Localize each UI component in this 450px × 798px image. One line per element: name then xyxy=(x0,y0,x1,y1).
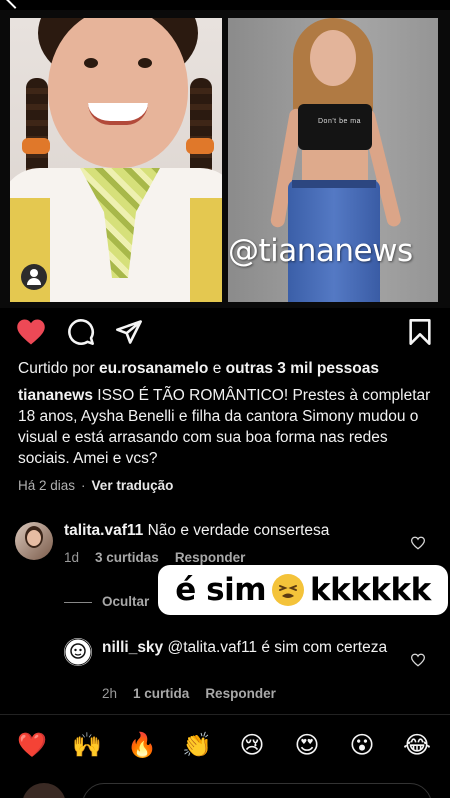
caption-block: Curtido por eu.rosanamelo e outras 3 mil… xyxy=(18,358,438,496)
comment-meta: 1d 3 curtidas Responder xyxy=(64,550,246,565)
raising-hands-emoji-icon[interactable]: 🙌 xyxy=(71,731,103,761)
replies-divider xyxy=(64,602,92,603)
reply-like-icon[interactable] xyxy=(410,653,426,667)
share-icon[interactable] xyxy=(114,318,144,346)
comment-likes[interactable]: 3 curtidas xyxy=(95,550,159,565)
text-sticker: é sim kkkkkk xyxy=(158,565,448,615)
surprised-face-emoji-icon[interactable]: 😮 xyxy=(346,731,378,761)
shirt-text: Don't be ma xyxy=(318,118,362,125)
comment-username[interactable]: talita.vaf11 xyxy=(64,522,143,539)
comment-icon[interactable] xyxy=(66,318,96,346)
post-actions xyxy=(0,308,450,356)
reply-text: nilli_sky @talita.vaf11 é sim com certez… xyxy=(102,639,388,656)
commenter-avatar[interactable] xyxy=(15,522,53,560)
caption-username[interactable]: tiananews xyxy=(18,387,93,404)
tagged-user-icon[interactable] xyxy=(21,264,47,290)
red-heart-emoji-icon[interactable]: ❤️ xyxy=(16,731,48,761)
likes-others[interactable]: outras 3 mil pessoas xyxy=(226,360,379,377)
reply-reply-button[interactable]: Responder xyxy=(205,686,276,701)
post-caption: tiananews ISSO É TÃO ROMÂNTICO! Prestes … xyxy=(18,385,438,469)
reply-button[interactable]: Responder xyxy=(175,550,246,565)
heart-eyes-emoji-icon[interactable]: 😍 xyxy=(291,731,323,761)
comment-composer xyxy=(0,775,450,798)
comment-like-icon[interactable] xyxy=(410,536,426,550)
hide-replies-button[interactable]: Ocultar xyxy=(102,594,149,609)
post-image[interactable]: Don't be ma @tiananews xyxy=(0,10,450,308)
reply-likes[interactable]: 1 curtida xyxy=(133,686,189,701)
clapping-hands-emoji-icon[interactable]: 👏 xyxy=(181,731,213,761)
current-user-avatar xyxy=(22,783,66,798)
tired-face-emoji-icon xyxy=(272,574,304,606)
sticker-text-1: é sim xyxy=(175,572,266,608)
top-bar xyxy=(0,0,450,10)
reply-username[interactable]: nilli_sky xyxy=(102,639,163,656)
comment-input[interactable] xyxy=(82,783,432,798)
reply-avatar[interactable] xyxy=(64,638,92,666)
tears-of-joy-emoji-icon[interactable]: 😂 xyxy=(401,731,433,761)
post-time: Há 2 dias xyxy=(18,478,76,493)
watermark-text: @tiananews xyxy=(228,233,413,269)
sticker-text-2: kkkkkk xyxy=(310,572,431,608)
liker-username[interactable]: eu.rosanamelo xyxy=(99,360,208,377)
reply-meta: 2h 1 curtida Responder xyxy=(102,686,276,701)
crying-face-emoji-icon[interactable]: 😢 xyxy=(236,731,268,761)
bookmark-icon[interactable] xyxy=(405,318,435,346)
post-meta: Há 2 dias · Ver tradução xyxy=(18,478,174,493)
comment-text: talita.vaf11 Não e verdade consertesa xyxy=(64,522,330,539)
likes-summary[interactable]: Curtido por eu.rosanamelo e outras 3 mil… xyxy=(18,358,438,379)
fire-emoji-icon[interactable]: 🔥 xyxy=(126,731,158,761)
emoji-reaction-bar: ❤️ 🙌 🔥 👏 😢 😍 😮 😂 xyxy=(0,725,450,769)
heart-liked-icon[interactable] xyxy=(16,318,46,346)
translate-link[interactable]: Ver tradução xyxy=(92,478,174,493)
composer-divider xyxy=(0,714,450,715)
child-photo xyxy=(10,18,222,302)
back-arrow-icon[interactable] xyxy=(5,0,25,9)
